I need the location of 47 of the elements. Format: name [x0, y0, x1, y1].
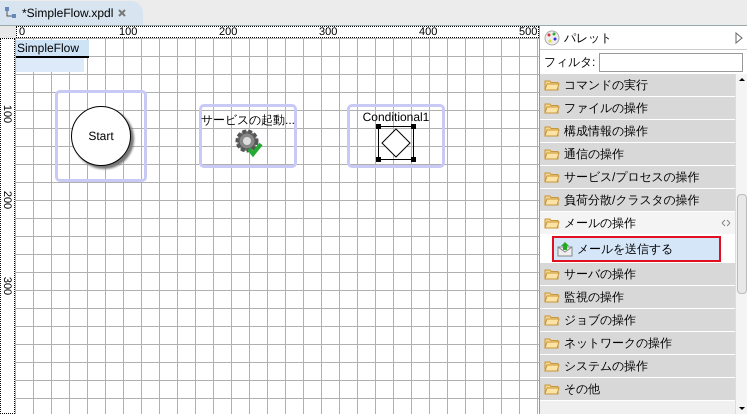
filter-field[interactable]	[599, 52, 743, 72]
palette-drawer[interactable]: 監視の操作	[540, 286, 735, 309]
triangle-right-icon[interactable]	[735, 32, 743, 44]
palette-drawer[interactable]: メールの操作	[540, 212, 735, 235]
process-title: SimpleFlow	[16, 40, 90, 58]
folder-icon	[544, 171, 560, 183]
diagram-canvas[interactable]: SimpleFlow Start サービスの起動... Conditional1	[15, 38, 539, 414]
palette-drawer[interactable]: ジョブの操作	[540, 309, 735, 332]
palette-drawer[interactable]: ネットワークの操作	[540, 332, 735, 355]
node-label: サービスの起動...	[201, 113, 296, 127]
folder-icon	[544, 314, 560, 326]
close-icon[interactable]	[117, 8, 128, 18]
folder-icon	[544, 337, 560, 349]
palette-title: パレット	[564, 30, 613, 46]
folder-icon	[544, 360, 560, 372]
folder-icon	[544, 148, 560, 160]
folder-icon	[544, 291, 560, 303]
selection-handles[interactable]	[376, 124, 416, 162]
palette-drawer[interactable]: システムの操作	[540, 355, 735, 378]
palette-drawer[interactable]: 構成情報の操作	[540, 120, 735, 143]
palette-drawer[interactable]: 負荷分散/クラスタの操作	[540, 189, 735, 212]
folder-icon	[544, 125, 560, 137]
mail-upload-icon	[557, 241, 573, 257]
horizontal-ruler: 0 100 200 300 400 500	[16, 26, 539, 38]
diagram-icon	[4, 6, 18, 20]
palette-drawer[interactable]: コマンドの実行	[540, 74, 735, 97]
title-highlight	[16, 58, 84, 72]
palette-drawer[interactable]: その他	[540, 378, 735, 401]
vertical-ruler: 100 200 300	[0, 38, 15, 414]
editor-tab[interactable]: *SimpleFlow.xpdl	[0, 1, 144, 25]
decision-node[interactable]	[381, 128, 411, 158]
folder-icon	[544, 194, 560, 206]
palette-drawer[interactable]: ファイルの操作	[540, 97, 735, 120]
filter-label: フィルタ:	[544, 54, 596, 71]
start-node[interactable]: Start	[71, 106, 131, 166]
folder-icon	[544, 268, 560, 280]
folder-icon	[544, 217, 560, 229]
folder-icon	[544, 383, 560, 395]
palette-drawer[interactable]: サービス/プロセスの操作	[540, 166, 735, 189]
folder-icon	[544, 102, 560, 114]
folder-icon	[544, 79, 560, 91]
scrollbar[interactable]	[735, 74, 747, 414]
node-label: Conditional1	[362, 110, 430, 124]
palette-icon	[544, 30, 560, 46]
palette-drawer[interactable]: 通信の操作	[540, 143, 735, 166]
palette-entry[interactable]: メールを送信する	[552, 236, 721, 262]
palette-drawer[interactable]: サーバの操作	[540, 263, 735, 286]
